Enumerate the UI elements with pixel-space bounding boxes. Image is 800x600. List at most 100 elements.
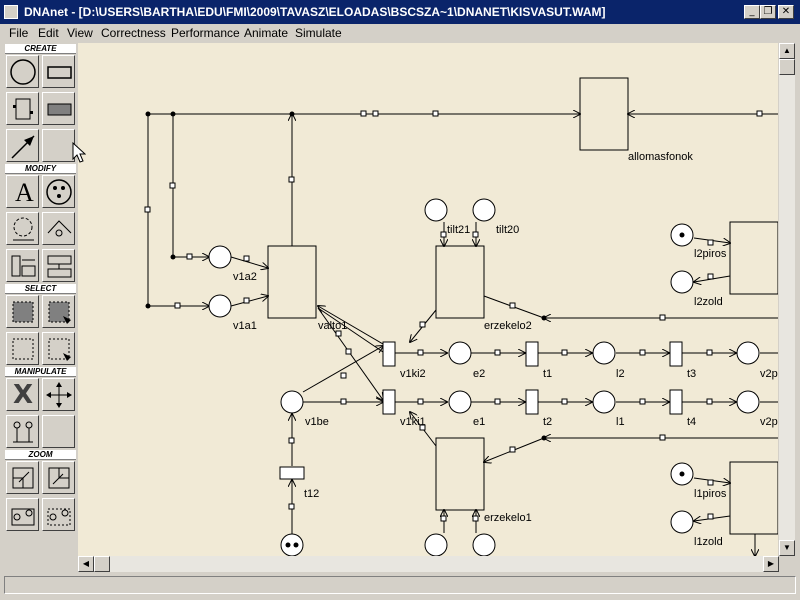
- arc-handle[interactable]: [186, 253, 193, 260]
- zoom-in-tool[interactable]: [6, 461, 39, 494]
- select-box-tool[interactable]: [6, 332, 39, 365]
- transition-t4[interactable]: [669, 389, 683, 415]
- blank-manipulate-tool[interactable]: [42, 415, 75, 448]
- arc-handle[interactable]: [417, 349, 424, 356]
- arc-handle[interactable]: [174, 302, 181, 309]
- arc-handle[interactable]: [340, 372, 347, 379]
- arc-handle[interactable]: [706, 349, 713, 356]
- place-e2[interactable]: [448, 341, 472, 365]
- arc-handle[interactable]: [561, 349, 568, 356]
- module-erzekelo2[interactable]: [435, 245, 485, 319]
- edit-place-tool[interactable]: [6, 212, 39, 245]
- transition-t1[interactable]: [525, 341, 539, 367]
- vertical-scroll-thumb[interactable]: [779, 59, 795, 75]
- arc-handle[interactable]: [440, 515, 447, 522]
- place-l2zold[interactable]: [670, 270, 694, 294]
- place-tilt21[interactable]: [424, 198, 448, 222]
- arc-handle[interactable]: [472, 515, 479, 522]
- app-icon[interactable]: [4, 5, 18, 19]
- transition-v1ki2[interactable]: [382, 341, 396, 367]
- arc-handle[interactable]: [509, 446, 516, 453]
- module-erzekelo1[interactable]: [435, 437, 485, 511]
- place-v1be[interactable]: [280, 390, 304, 414]
- transition-t3[interactable]: [669, 341, 683, 367]
- arc-handle[interactable]: [417, 398, 424, 405]
- arc-handle[interactable]: [494, 349, 501, 356]
- arc-handle[interactable]: [144, 206, 151, 213]
- transition-tool[interactable]: [42, 55, 75, 88]
- place-v1a2[interactable]: [208, 245, 232, 269]
- arc-handle[interactable]: [243, 255, 250, 262]
- arc-handle[interactable]: [288, 176, 295, 183]
- arc-tool[interactable]: [6, 129, 39, 162]
- place-bottom2[interactable]: [424, 533, 448, 556]
- module-valto1[interactable]: [267, 245, 317, 319]
- menu-animate[interactable]: Animate: [244, 26, 288, 40]
- menu-edit[interactable]: Edit: [38, 26, 59, 40]
- move-tool[interactable]: [42, 378, 75, 411]
- module-lamp2[interactable]: [729, 221, 778, 295]
- arc-handle[interactable]: [659, 314, 666, 321]
- arc-handle[interactable]: [639, 398, 646, 405]
- scroll-right-button[interactable]: ▶: [763, 556, 779, 572]
- arc-handle[interactable]: [440, 231, 447, 238]
- arc-handle[interactable]: [432, 110, 439, 117]
- arc-handle[interactable]: [288, 437, 295, 444]
- module-allomasfonok[interactable]: [579, 77, 629, 151]
- place-bottom1[interactable]: [280, 533, 304, 556]
- select-all-tool[interactable]: [6, 295, 39, 328]
- zoom-out-tool[interactable]: [42, 461, 75, 494]
- place-tilt20[interactable]: [472, 198, 496, 222]
- transition-v1ki1[interactable]: [382, 389, 396, 415]
- zoom-restore-tool[interactable]: [42, 498, 75, 531]
- transition-t12[interactable]: [279, 466, 305, 480]
- arc-handle[interactable]: [659, 434, 666, 441]
- empty-tool[interactable]: [42, 129, 75, 162]
- module-lamp1[interactable]: [729, 461, 778, 535]
- filled-transition-tool[interactable]: [42, 92, 75, 125]
- arc-handle[interactable]: [360, 110, 367, 117]
- arc-handle[interactable]: [419, 321, 426, 328]
- place-v2pa[interactable]: [736, 341, 760, 365]
- arc-handle[interactable]: [707, 239, 714, 246]
- arc-handle[interactable]: [494, 398, 501, 405]
- arc-handle[interactable]: [639, 349, 646, 356]
- vertical-scrollbar[interactable]: ▲ ▼: [779, 43, 795, 556]
- arc-handle[interactable]: [372, 110, 379, 117]
- arc-handle[interactable]: [340, 398, 347, 405]
- arc-handle[interactable]: [706, 398, 713, 405]
- arc-handle[interactable]: [169, 182, 176, 189]
- menu-view[interactable]: View: [67, 26, 93, 40]
- select-box-arrow-tool[interactable]: [42, 332, 75, 365]
- menu-performance[interactable]: Performance: [171, 26, 240, 40]
- connect-tool[interactable]: [6, 415, 39, 448]
- arc-handle[interactable]: [707, 273, 714, 280]
- place-l1[interactable]: [592, 390, 616, 414]
- menu-correctness[interactable]: Correctness: [101, 26, 166, 40]
- token-tool[interactable]: [42, 175, 75, 208]
- align-tool[interactable]: [6, 249, 39, 282]
- close-button[interactable]: ✕: [778, 5, 794, 19]
- place-l1zold[interactable]: [670, 510, 694, 534]
- place-v2pb[interactable]: [736, 390, 760, 414]
- distribute-tool[interactable]: [42, 249, 75, 282]
- place-bottom3[interactable]: [472, 533, 496, 556]
- arc-handle[interactable]: [707, 479, 714, 486]
- restore-button[interactable]: ❐: [760, 5, 776, 19]
- horizontal-scroll-thumb[interactable]: [94, 556, 110, 572]
- title-bar[interactable]: DNAnet - [D:\USERS\BARTHA\EDU\FMI\2009\T…: [0, 0, 800, 24]
- place-v1a1[interactable]: [208, 294, 232, 318]
- arc-handle[interactable]: [561, 398, 568, 405]
- place-e1[interactable]: [448, 390, 472, 414]
- delete-tool[interactable]: X: [6, 378, 39, 411]
- place-l2[interactable]: [592, 341, 616, 365]
- arc-handle[interactable]: [756, 110, 763, 117]
- scroll-left-button[interactable]: ◀: [78, 556, 94, 572]
- menu-file[interactable]: File: [9, 26, 28, 40]
- arc-v1be-valto[interactable]: [302, 346, 383, 393]
- place-tool[interactable]: [6, 55, 39, 88]
- zoom-fit-tool[interactable]: [6, 498, 39, 531]
- transition-t2[interactable]: [525, 389, 539, 415]
- menu-simulate[interactable]: Simulate: [295, 26, 342, 40]
- arc-handle[interactable]: [509, 302, 516, 309]
